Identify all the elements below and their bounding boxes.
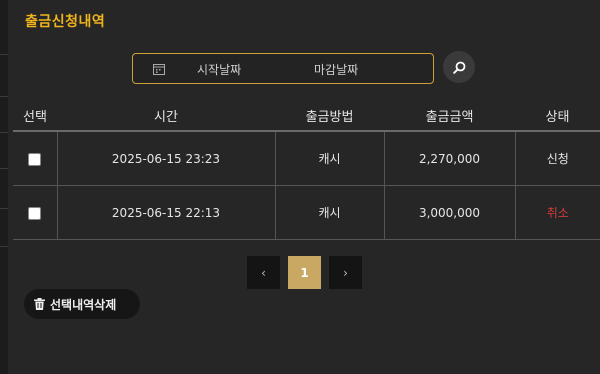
status-cell: 취소	[514, 185, 600, 240]
start-date-input[interactable]: 시작날짜	[197, 61, 241, 78]
row-checkbox-cell	[13, 185, 57, 240]
method-cell: 캐시	[274, 185, 384, 240]
withdrawal-history-panel: 출금신청내역 시작날짜 마감날짜 선택 시간 출금방법 출금금액 상태 2025…	[8, 0, 600, 374]
table-row: 2025-06-15 23:23 캐시 2,270,000 신청	[13, 131, 600, 186]
col-time: 시간	[57, 100, 275, 132]
next-page-button[interactable]: ›	[329, 256, 362, 289]
time-cell: 2025-06-15 23:23	[56, 131, 275, 186]
table-row: 2025-06-15 22:13 캐시 3,000,000 취소	[13, 185, 600, 240]
col-status: 상태	[515, 100, 600, 132]
status-cell: 신청	[514, 131, 600, 186]
end-date-input[interactable]: 마감날짜	[314, 61, 358, 78]
time-cell: 2025-06-15 22:13	[56, 185, 275, 240]
col-amount: 출금금액	[384, 100, 515, 132]
calendar-icon	[153, 64, 165, 75]
page-button-1[interactable]: 1	[288, 256, 321, 289]
method-cell: 캐시	[274, 131, 384, 186]
page-title: 출금신청내역	[25, 14, 106, 30]
withdrawal-table: 선택 시간 출금방법 출금금액 상태 2025-06-15 23:23 캐시 2…	[13, 100, 600, 240]
trash-icon	[34, 298, 45, 310]
col-method: 출금방법	[275, 100, 384, 132]
delete-selected-button[interactable]: 선택내역삭제	[24, 289, 140, 319]
delete-selected-label: 선택내역삭제	[50, 297, 117, 312]
table-header-row: 선택 시간 출금방법 출금금액 상태	[13, 100, 600, 132]
search-button[interactable]	[443, 51, 475, 83]
row-checkbox[interactable]	[28, 206, 42, 220]
left-edge	[0, 0, 8, 374]
row-checkbox[interactable]	[28, 152, 42, 166]
date-range-field[interactable]: 시작날짜 마감날짜	[132, 53, 434, 84]
amount-cell: 2,270,000	[383, 131, 515, 186]
row-checkbox-cell	[13, 131, 57, 186]
prev-page-button[interactable]: ‹	[247, 256, 280, 289]
search-icon	[452, 61, 465, 74]
pagination: ‹ 1 ›	[247, 256, 370, 289]
amount-cell: 3,000,000	[383, 185, 515, 240]
col-select: 선택	[13, 100, 57, 132]
